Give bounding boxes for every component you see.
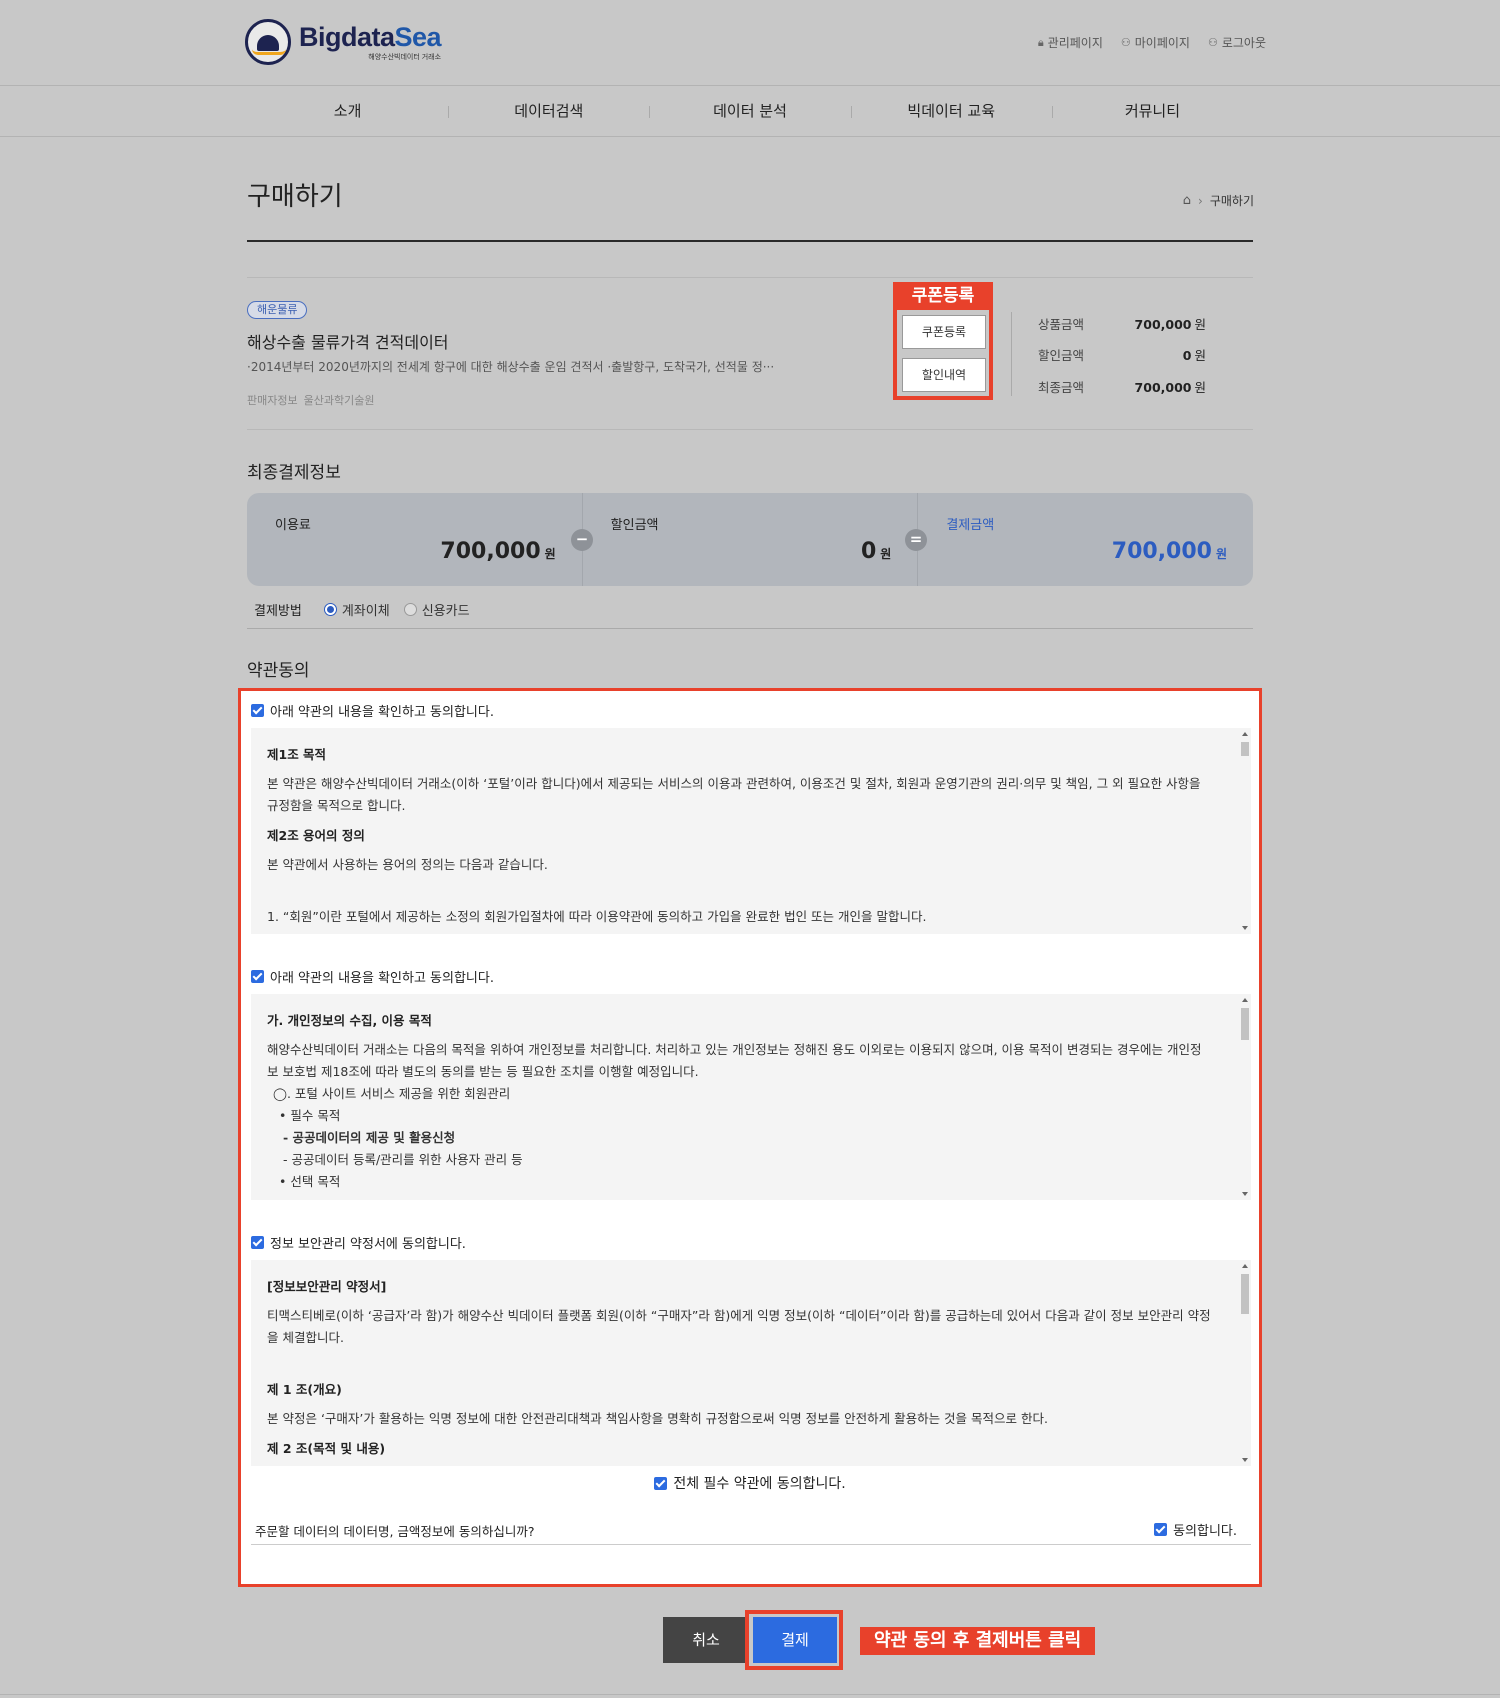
terms-box-1[interactable]: 제1조 목적 본 약관은 해양수산빅데이터 거래소(이하 ‘포털’이라 합니다)… [251,728,1251,934]
checkbox-checked-icon[interactable] [251,704,264,717]
discount-value: 0 [860,539,877,564]
scroll-down-icon [1242,1458,1248,1462]
radio-checked-icon [323,603,337,616]
scrollbar[interactable] [1239,994,1251,1200]
seller-name: 울산과학기술원 [303,394,375,407]
checkbox-checked-icon[interactable] [251,970,264,983]
admin-page-link[interactable]: 🔒︎ 관리페이지 [1038,34,1103,51]
logo-subtitle: 해양수산빅데이터 거래소 [368,53,442,61]
nav-item-data-analysis[interactable]: 데이터 분석 [649,86,850,137]
coupon-register-button[interactable]: 쿠폰등록 [902,315,986,349]
scroll-up-icon [1242,1264,1248,1268]
terms-box-2[interactable]: 가. 개인정보의 수집, 이용 목적 해양수산빅데이터 거래소는 다음의 목적을… [251,994,1251,1200]
lock-icon: 🔒︎ [1037,35,1044,49]
my-page-link[interactable]: ⚇ 마이페이지 [1121,34,1190,51]
order-consent-divider [251,1544,1251,1545]
order-consent-question: 주문할 데이터의 데이터명, 금액정보에 동의하십니까? [255,1524,535,1539]
scrollbar[interactable] [1239,1260,1251,1466]
agree-all-row[interactable]: 전체 필수 약관에 동의합니다. [241,1473,1259,1493]
scrollbar-thumb[interactable] [1241,1008,1249,1040]
price-row-final: 최종금액 700,000 원 [1038,380,1206,395]
radio-unchecked-icon [403,603,417,616]
price-row-discount: 할인금액 0 원 [1038,348,1206,363]
scrollbar-thumb[interactable] [1241,1274,1249,1314]
price-divider [1011,312,1012,396]
fee-label: 이용료 [275,518,311,533]
discount-cell: 할인금액 0원 [581,493,918,586]
coupon-annotation-label: 쿠폰등록 [893,282,993,310]
cancel-button[interactable]: 취소 [663,1617,749,1663]
terms-agree-3[interactable]: 정보 보안관리 약정서에 동의합니다. [251,1233,466,1252]
discount-label: 할인금액 [610,518,659,533]
breadcrumb: ⌂ › 구매하기 [1183,192,1254,209]
radio-bank-transfer[interactable]: 계좌이체 [323,600,390,619]
nav-item-education[interactable]: 빅데이터 교육 [850,86,1052,137]
seller-info: 판매자정보 울산과학기술원 [247,392,374,408]
total-value: 700,000 [1111,539,1212,564]
checkbox-checked-icon[interactable] [251,1236,264,1249]
nav-item-community[interactable]: 커뮤니티 [1051,86,1253,137]
scroll-down-icon [1242,926,1248,930]
fee-cell: 이용료 700,000 원 [247,493,582,586]
pay-button[interactable]: 결제 [753,1617,837,1663]
user-icon: ⚇ [1120,36,1131,49]
breadcrumb-current: 구매하기 [1209,194,1254,208]
product-bottom-divider [247,429,1253,430]
payment-summary-panel: 이용료 700,000 원 할인금액 0원 결제금액 700,000 원 [247,493,1253,586]
product-top-divider [247,277,1253,278]
total-cell: 결제금액 700,000 원 [917,493,1253,586]
terms-box-3[interactable]: [정보보안관리 약정서] 티맥스티베로(이하 ‘공급자’라 함)가 해양수산 빅… [251,1260,1251,1466]
nav-item-intro[interactable]: 소개 [247,86,448,137]
checkbox-checked-icon[interactable] [654,1476,668,1490]
radio-credit-card[interactable]: 신용카드 [403,600,470,619]
product-name: 해상수출 물류가격 견적데이터 [247,333,449,352]
logout-link[interactable]: ⚇ 로그아웃 [1208,34,1266,51]
scroll-up-icon [1242,732,1248,736]
main-nav: 소개 데이터검색 데이터 분석 빅데이터 교육 커뮤니티 [0,86,1500,137]
equals-icon: = [905,529,927,551]
payment-method-divider [247,628,1253,629]
nav-item-data-search[interactable]: 데이터검색 [448,86,649,137]
final-payment-title: 최종결제정보 [247,463,341,483]
instruction-note: 약관 동의 후 결제버튼 클릭 [860,1627,1096,1655]
seller-label: 판매자정보 [247,394,298,407]
top-header: BigdataSea 해양수산빅데이터 거래소 🔒︎ 관리페이지 ⚇ 마이페이지 ⚇… [0,0,1500,86]
payment-method: 결제방법 계좌이체 신용카드 [254,600,484,619]
terms-agree-1[interactable]: 아래 약관의 내용을 확인하고 동의합니다. [251,701,494,720]
footer-divider [0,1694,1500,1695]
home-icon[interactable]: ⌂ [1183,193,1191,208]
product-description: ·2014년부터 2020년까지의 전세계 항구에 대한 해상수출 운임 견적서… [247,360,775,374]
site-logo[interactable]: BigdataSea 해양수산빅데이터 거래소 [245,19,442,65]
price-row-product: 상품금액 700,000 원 [1038,317,1206,332]
scroll-up-icon [1242,998,1248,1002]
fee-value: 700,000 [440,539,541,564]
user-icon: ⚇ [1207,36,1218,49]
payment-method-label: 결제방법 [254,604,302,619]
terms-annotation-box: 아래 약관의 내용을 확인하고 동의합니다. 제1조 목적 본 약관은 해양수산… [238,688,1262,1587]
title-divider [247,240,1253,242]
category-tag: 해운물류 [247,301,308,319]
utility-links: 🔒︎ 관리페이지 ⚇ 마이페이지 ⚇ 로그아웃 [1038,34,1266,51]
discount-history-button[interactable]: 할인내역 [902,358,986,392]
terms-title: 약관동의 [247,661,310,681]
coupon-annotation-box: 쿠폰등록 쿠폰등록 할인내역 [893,282,993,400]
page-title: 구매하기 [247,182,343,212]
scrollbar[interactable] [1239,728,1251,934]
total-label: 결제금액 [946,518,995,533]
scrollbar-thumb[interactable] [1241,742,1249,756]
minus-icon: − [571,529,593,551]
chevron-right-icon: › [1198,193,1203,208]
order-consent-agree[interactable]: 동의합니다. [1154,1520,1237,1539]
terms-agree-2[interactable]: 아래 약관의 내용을 확인하고 동의합니다. [251,967,494,986]
checkbox-checked-icon[interactable] [1154,1523,1168,1536]
logo-icon [245,19,291,65]
scroll-down-icon [1242,1192,1248,1196]
logo-accent-text: Sea [394,21,442,52]
logo-main-text: Bigdata [299,21,395,52]
